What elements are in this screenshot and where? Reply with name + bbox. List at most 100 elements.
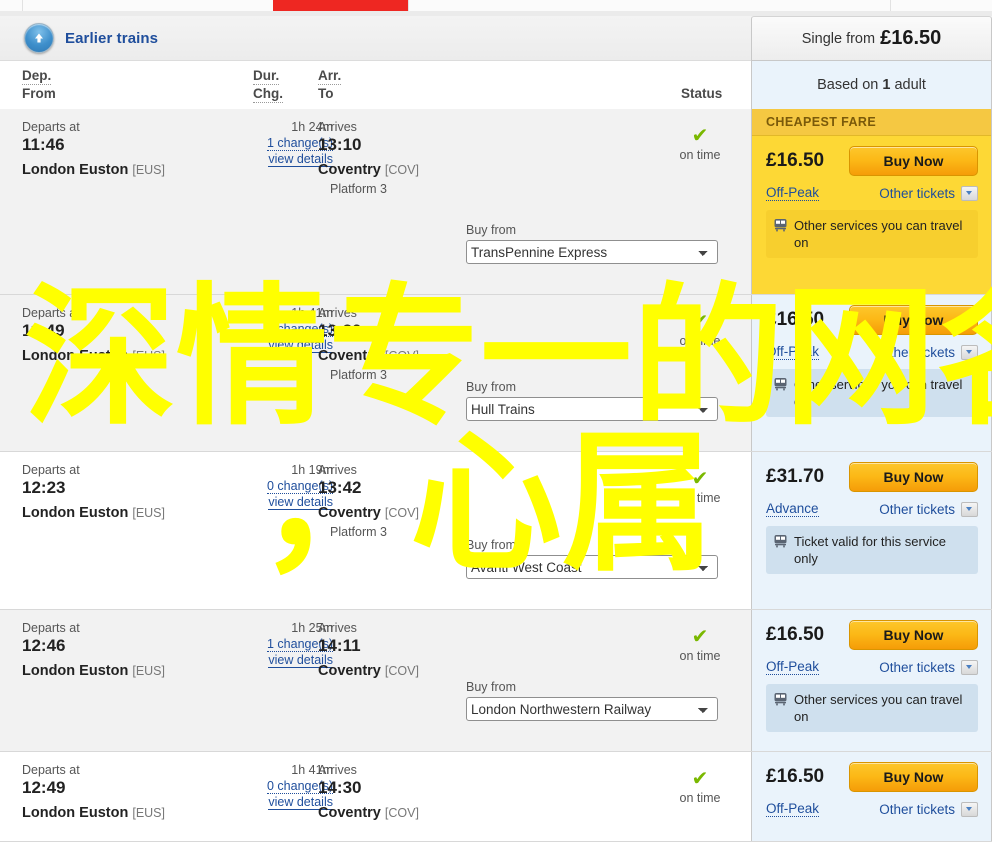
other-tickets-link[interactable]: Other tickets [879,801,978,817]
from-station: London Euston [EUS] [22,162,165,178]
buy-from-label: Buy from [466,380,517,394]
status-text: on time [679,791,721,805]
status-text: on time [679,649,721,663]
fare-price: £16.50 [766,150,825,171]
from-station-code: [EUS] [132,506,165,520]
fare-type-link[interactable]: Off-Peak [766,659,820,675]
on-time-check-icon: ✔ [691,311,709,333]
table-row[interactable]: Departs at 12:23 London Euston [EUS] 1h 19m… [0,452,992,610]
operator-select[interactable]: TransPennine Express [466,240,718,264]
train-icon [774,219,787,232]
based-on-prefix: Based on [817,77,879,93]
arrives-label: Arrives [318,463,357,477]
from-station: London Euston [EUS] [22,348,165,364]
up-arrow-icon [24,23,54,53]
table-row[interactable]: Departs at 12:46 London Euston [EUS] 1h 25m… [0,610,992,752]
fare-panel: £16.50 Buy Now Off-Peak Other tickets Other … [751,295,992,451]
from-station-code: [EUS] [132,806,165,820]
chevron-down-icon [961,659,978,675]
earlier-trains-label: Earlier trains [65,29,159,47]
buy-from-group: Buy from TransPennine Express [466,223,718,264]
operator-select[interactable]: Hull Trains [466,397,718,421]
fare-type-link[interactable]: Off-Peak [766,185,820,201]
column-header-arr: Arr. [318,68,342,85]
train-icon [773,377,788,395]
on-time-check-icon: ✔ [691,768,709,790]
operator-select[interactable]: Avanti West Coast [466,555,718,579]
buy-from-label: Buy from [466,538,517,552]
column-header-from: From [22,86,56,101]
on-time-check-icon: ✔ [691,468,709,490]
to-station-code: [COV] [384,506,419,520]
tab-segment-1[interactable] [22,0,273,11]
column-header-dur: Dur. [253,68,280,85]
fare-panel: CHEAPEST FARE £16.50 Buy Now Off-Peak Other … [751,109,992,294]
table-row[interactable]: Departs at 11:46 London Euston [EUS] 1h 24m… [0,109,992,295]
other-tickets-link[interactable]: Other tickets [879,185,978,201]
chevron-down-icon [961,185,978,201]
train-icon [774,535,787,548]
buy-now-button[interactable]: Buy Now [849,620,978,650]
fare-price: £31.70 [766,466,825,487]
status-cell: ✔ on time [655,768,745,806]
buy-from-group: Buy from Avanti West Coast [466,538,718,579]
arrive-time: 13:42 [318,478,362,497]
fare-type-link[interactable]: Off-Peak [766,801,820,817]
other-tickets-link[interactable]: Other tickets [879,344,978,360]
status-text: on time [679,148,721,162]
buy-now-button[interactable]: Buy Now [849,762,978,792]
on-time-check-icon: ✔ [691,626,709,648]
status-text: on time [679,491,721,505]
fare-type-link[interactable]: Advance [766,501,819,517]
to-station-code: [COV] [384,806,419,820]
fare-panel: £31.70 Buy Now Advance Other tickets Ticket … [751,452,992,609]
other-tickets-link[interactable]: Other tickets [879,501,978,517]
arrives-label: Arrives [318,763,357,777]
to-station-code: [COV] [384,163,419,177]
single-from-label: Single from [801,30,876,47]
tab-segment-3[interactable] [408,0,564,11]
active-tab-indicator[interactable] [273,0,408,11]
departs-at-label: Departs at [22,120,80,134]
status-cell: ✔ on time [655,468,745,506]
fare-note: Ticket valid for this service only [766,526,978,574]
from-station: London Euston [EUS] [22,505,165,521]
other-tickets-link[interactable]: Other tickets [879,659,978,675]
table-row[interactable]: Departs at 12:49 London Euston [EUS] 1h 41m… [0,752,992,842]
operator-select[interactable]: London Northwestern Railway [466,697,718,721]
tab-segment-4[interactable] [890,0,992,11]
buy-now-button[interactable]: Buy Now [849,462,978,492]
fare-price: £16.50 [766,624,825,645]
platform: Platform 3 [330,368,387,382]
from-station: London Euston [EUS] [22,663,165,679]
fare-panel: £16.50 Buy Now Off-Peak Other tickets [751,752,992,841]
status-cell: ✔ on time [655,126,745,163]
buy-now-button[interactable]: Buy Now [849,146,978,176]
fare-panel: £16.50 Buy Now Off-Peak Other tickets Other … [751,610,992,751]
single-from-price: £16.50 [880,27,942,49]
chevron-down-icon [961,344,978,360]
from-station-code: [EUS] [132,664,165,678]
train-icon [774,693,787,706]
arrives-label: Arrives [318,621,357,635]
to-station: Coventry [COV] [318,805,419,821]
buy-from-group: Buy from Hull Trains [466,380,718,421]
status-cell: ✔ on time [655,626,745,664]
train-icon [773,218,788,236]
based-on-suffix: adult [894,77,926,93]
cheapest-fare-badge: CHEAPEST FARE [752,109,991,136]
based-on-count: 1 [882,77,891,93]
column-header-status: Status [681,86,723,101]
based-on-summary: Based on 1 adult [751,61,992,109]
to-station: Coventry [COV] [318,505,419,521]
buy-from-group: Buy from London Northwestern Railway [466,680,718,721]
chevron-down-icon [961,501,978,517]
from-station-code: [EUS] [132,349,165,363]
arrive-time: 13:30 [318,321,362,340]
fare-type-link[interactable]: Off-Peak [766,344,820,360]
buy-now-button[interactable]: Buy Now [849,305,978,335]
table-row[interactable]: Departs at 11:49 London Euston [EUS] 1h 41m… [0,295,992,452]
arrive-time: 14:30 [318,778,362,797]
fare-note-text: Other services you can travel on [794,377,963,409]
earlier-trains-button[interactable]: Earlier trains [24,23,158,53]
